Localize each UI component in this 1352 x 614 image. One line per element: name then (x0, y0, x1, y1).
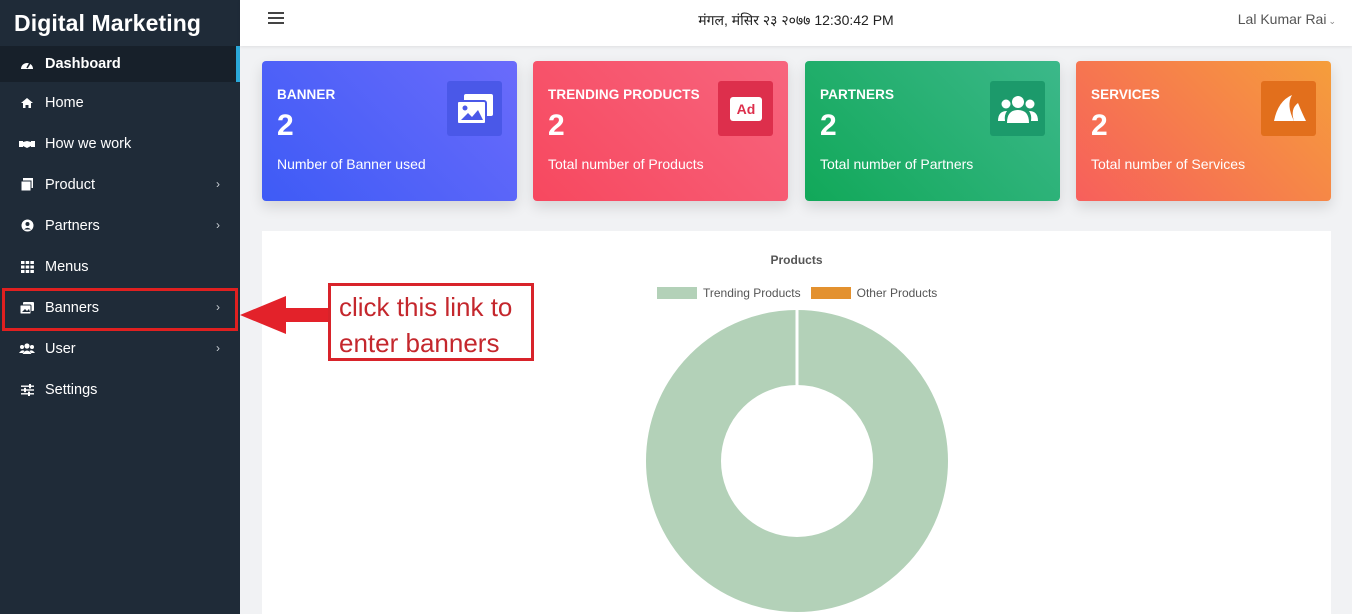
shark-fin-icon (1261, 81, 1316, 136)
topbar: मंगल, मंसिर २३ २०७७ 12:30:42 PM Lal Kuma… (240, 0, 1352, 46)
home-icon (18, 96, 36, 110)
card-title: BANNER (277, 87, 336, 102)
stat-card-banner[interactable]: BANNER 2 Number of Banner used (262, 61, 517, 201)
chevron-down-icon: ⌄ (1328, 16, 1336, 26)
ad-icon: Ad (718, 81, 773, 136)
stat-card-trending-products[interactable]: TRENDING PRODUCTS 2 Total number of Prod… (533, 61, 788, 201)
images-icon (447, 81, 502, 136)
box-icon (18, 178, 36, 192)
sidebar-item-label: User (45, 340, 76, 357)
card-title: SERVICES (1091, 87, 1160, 102)
sidebar-item-menus[interactable]: Menus (0, 246, 240, 287)
card-description: Total number of Services (1091, 156, 1246, 172)
card-title: TRENDING PRODUCTS (548, 87, 700, 102)
handshake-icon (18, 137, 36, 151)
sidebar-item-user[interactable]: User › (0, 328, 240, 369)
callout-line: enter banners (339, 328, 500, 358)
sidebar-item-partners[interactable]: Partners › (0, 205, 240, 246)
user-name: Lal Kumar Rai (1237, 11, 1327, 27)
sidebar-item-home[interactable]: Home (0, 82, 240, 123)
datetime-display: मंगल, मंसिर २३ २०७७ 12:30:42 PM (698, 12, 894, 28)
app-title: Digital Marketing (14, 10, 202, 36)
sidebar-item-label: Partners (45, 217, 100, 234)
sidebar-item-label: Product (45, 176, 95, 193)
banners-highlight-box (2, 288, 238, 331)
annotation-arrow (240, 296, 328, 334)
sidebar-item-product[interactable]: Product › (0, 164, 240, 205)
card-title: PARTNERS (820, 87, 895, 102)
sidebar-item-how-we-work[interactable]: How we work (0, 123, 240, 164)
grid-icon (18, 260, 36, 274)
sidebar-item-label: Settings (45, 381, 98, 398)
card-value: 2 (277, 109, 294, 142)
user-circle-icon (18, 219, 36, 233)
stat-card-partners[interactable]: PARTNERS 2 Total number of Partners (805, 61, 1060, 201)
sidebar-item-settings[interactable]: Settings (0, 369, 240, 410)
card-value: 2 (548, 109, 565, 142)
sidebar-item-label: Dashboard (45, 56, 121, 72)
callout-line: click this link to (339, 292, 513, 322)
annotation-callout: click this link to enter banners (328, 283, 534, 361)
card-description: Total number of Partners (820, 156, 974, 172)
card-value: 2 (820, 109, 837, 142)
user-menu[interactable]: Lal Kumar Rai ⌄ (1238, 11, 1336, 27)
stat-card-services[interactable]: SERVICES 2 Total number of Services (1076, 61, 1331, 201)
card-description: Number of Banner used (277, 156, 426, 172)
dashboard-icon (18, 57, 36, 71)
sidebar-item-label: How we work (45, 135, 132, 152)
sliders-icon (18, 383, 36, 397)
users-icon (990, 81, 1045, 136)
chevron-right-icon: › (216, 341, 220, 355)
svg-text:Ad: Ad (736, 101, 755, 117)
sidebar-item-label: Menus (45, 258, 89, 275)
card-description: Total number of Products (548, 156, 704, 172)
card-value: 2 (1091, 109, 1108, 142)
sidebar-item-dashboard[interactable]: Dashboard (0, 46, 240, 82)
chevron-right-icon: › (216, 177, 220, 191)
chevron-right-icon: › (216, 218, 220, 232)
sidebar-item-label: Home (45, 94, 84, 111)
users-icon (18, 342, 36, 356)
